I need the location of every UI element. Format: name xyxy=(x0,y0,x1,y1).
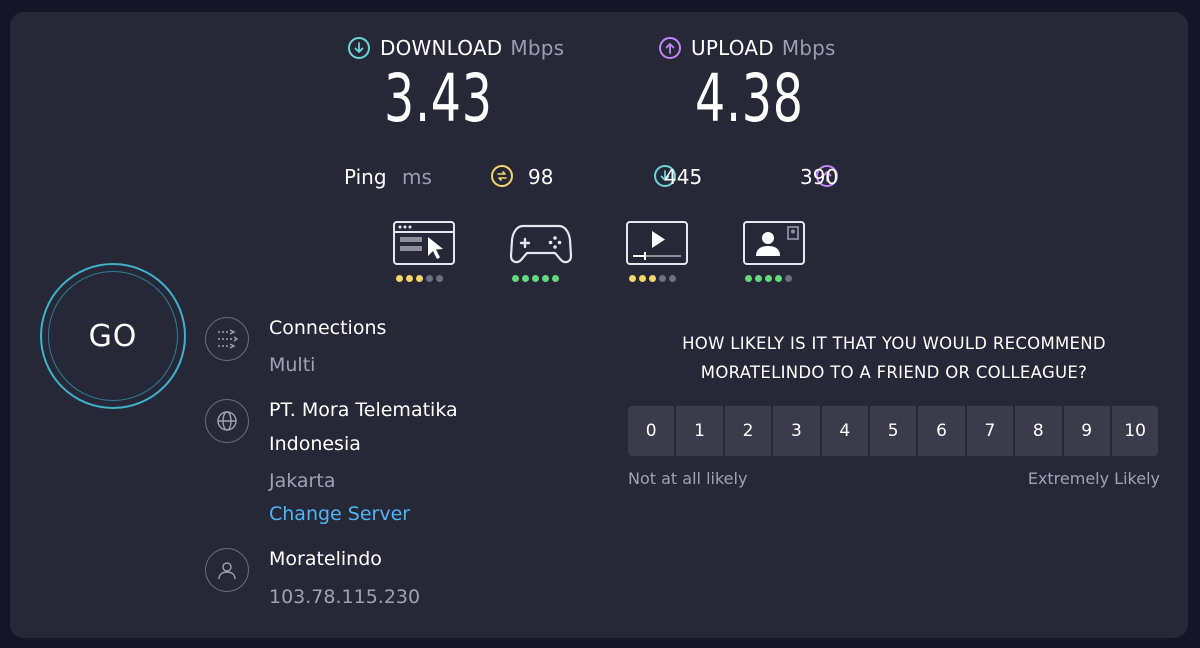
video-call-icon xyxy=(743,221,805,265)
gaming-controller-icon xyxy=(509,224,573,264)
web-browsing-rating xyxy=(396,275,443,282)
rating-dot-filled xyxy=(406,275,413,282)
rating-dot-filled xyxy=(649,275,656,282)
download-speed-value: 3.43 xyxy=(384,60,493,137)
nps-scale: 0 1 2 3 4 5 6 7 8 9 10 xyxy=(628,406,1159,456)
isp-name: Moratelindo xyxy=(269,548,382,570)
scale-option-9[interactable]: 9 xyxy=(1063,406,1110,456)
survey-question-line1: HOW LIKELY IS IT THAT YOU WOULD RECOMMEN… xyxy=(682,334,1106,353)
scale-option-3[interactable]: 3 xyxy=(773,406,820,456)
rating-dot-empty xyxy=(669,275,676,282)
scale-option-4[interactable]: 4 xyxy=(821,406,868,456)
upload-header: UPLOAD Mbps xyxy=(659,36,836,60)
download-arrow-icon xyxy=(348,37,370,59)
video-streaming-rating xyxy=(629,275,676,282)
rating-dot-filled xyxy=(745,275,752,282)
change-server-link[interactable]: Change Server xyxy=(269,503,410,525)
globe-icon xyxy=(205,399,249,443)
upload-speed-value: 4.38 xyxy=(695,60,804,137)
rating-dot-filled xyxy=(416,275,423,282)
video-streaming-icon xyxy=(626,221,688,265)
gaming-rating xyxy=(512,275,559,282)
scale-option-5[interactable]: 5 xyxy=(869,406,917,456)
rating-dot-empty xyxy=(426,275,433,282)
ping-unit: ms xyxy=(402,165,432,189)
rating-dot-empty xyxy=(785,275,792,282)
video-call-rating xyxy=(745,275,792,282)
results-panel xyxy=(10,12,1188,638)
isp-ip: 103.78.115.230 xyxy=(269,586,421,608)
rating-dot-filled xyxy=(775,275,782,282)
survey-question: HOW LIKELY IS IT THAT YOU WOULD RECOMMEN… xyxy=(628,329,1160,387)
idle-latency-icon xyxy=(491,165,513,187)
rating-dot-filled xyxy=(522,275,529,282)
upload-arrow-icon xyxy=(659,37,681,59)
rating-dot-empty xyxy=(659,275,666,282)
rating-dot-filled xyxy=(396,275,403,282)
ping-idle-value: 98 xyxy=(528,165,554,189)
connections-mode: Multi xyxy=(269,354,316,376)
ping-label: Ping xyxy=(344,165,387,189)
rating-dot-filled xyxy=(552,275,559,282)
server-name-line2: Indonesia xyxy=(269,433,361,455)
rating-dot-empty xyxy=(436,275,443,282)
rating-dot-filled xyxy=(639,275,646,282)
download-unit: Mbps xyxy=(510,36,565,60)
scale-option-8[interactable]: 8 xyxy=(1015,406,1062,456)
scale-option-2[interactable]: 2 xyxy=(724,406,772,456)
rating-dot-filled xyxy=(542,275,549,282)
server-name-line1: PT. Mora Telematika xyxy=(269,399,458,421)
scale-option-6[interactable]: 6 xyxy=(918,406,965,456)
survey-question-line2: MORATELINDO TO A FRIEND OR COLLEAGUE? xyxy=(700,363,1088,382)
user-icon xyxy=(205,548,249,592)
connections-title: Connections xyxy=(269,317,387,339)
go-button[interactable]: GO xyxy=(48,271,178,401)
ping-upload-value: 390 xyxy=(800,165,839,189)
go-button-ring: GO xyxy=(40,263,186,409)
scale-option-1[interactable]: 1 xyxy=(676,406,723,456)
web-browsing-icon xyxy=(393,221,455,265)
ping-download-value: 445 xyxy=(664,165,703,189)
rating-dot-filled xyxy=(512,275,519,282)
connections-icon xyxy=(205,317,249,361)
upload-label: UPLOAD xyxy=(691,36,774,60)
scale-low-label: Not at all likely xyxy=(628,469,748,488)
scale-option-10[interactable]: 10 xyxy=(1111,406,1159,456)
upload-unit: Mbps xyxy=(781,36,836,60)
server-location: Jakarta xyxy=(269,470,336,492)
rating-dot-filled xyxy=(755,275,762,282)
scale-high-label: Extremely Likely xyxy=(1027,469,1160,488)
download-label: DOWNLOAD xyxy=(380,36,503,60)
rating-dot-filled xyxy=(629,275,636,282)
rating-dot-filled xyxy=(765,275,772,282)
scale-option-7[interactable]: 7 xyxy=(966,406,1014,456)
rating-dot-filled xyxy=(532,275,539,282)
download-header: DOWNLOAD Mbps xyxy=(348,36,564,60)
scale-option-0[interactable]: 0 xyxy=(628,406,675,456)
